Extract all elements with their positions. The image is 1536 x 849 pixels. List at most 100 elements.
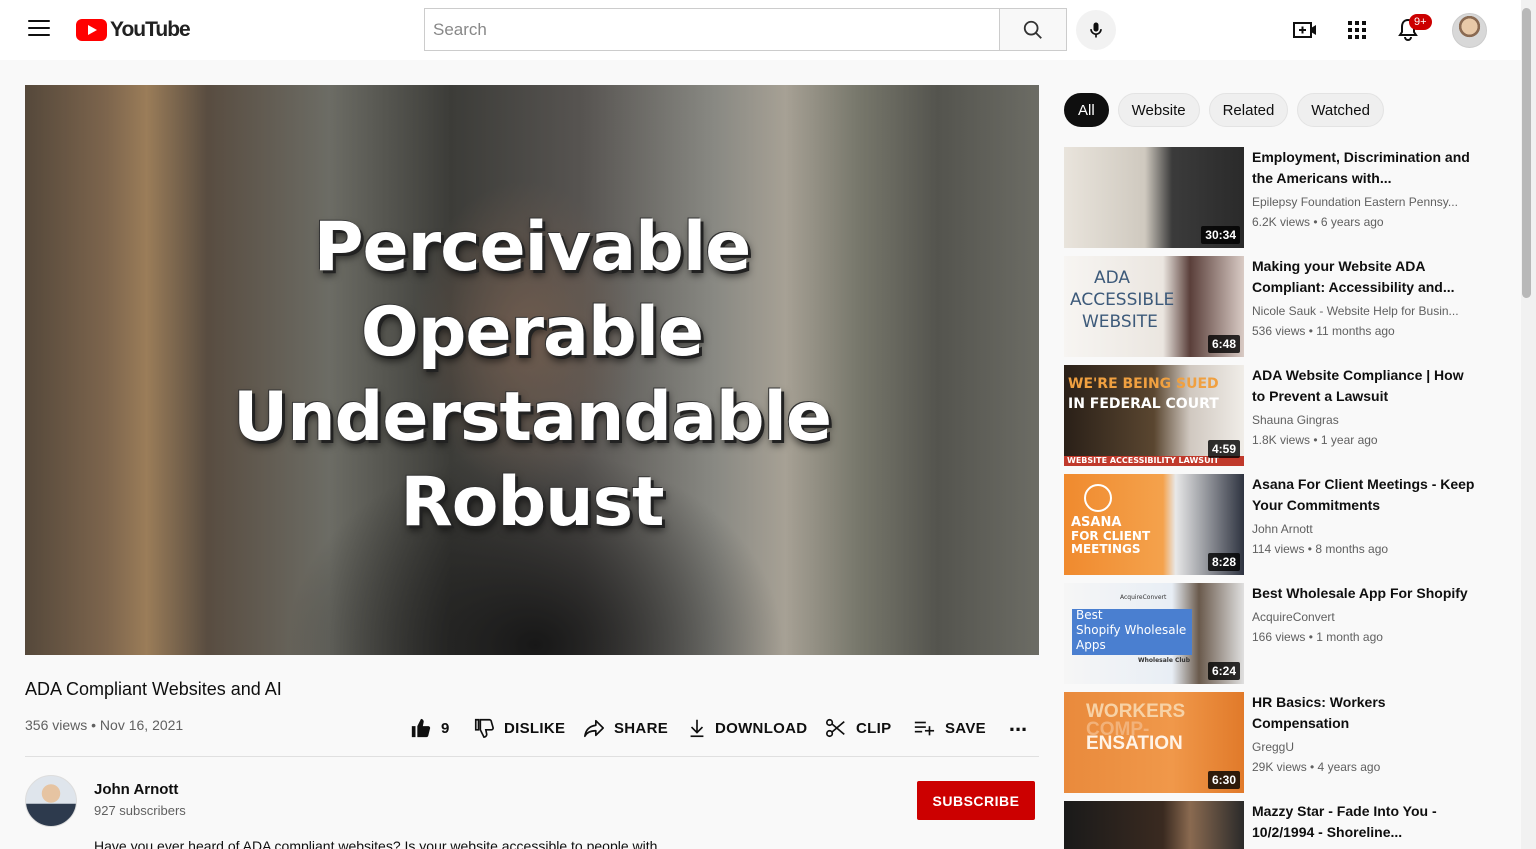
overlay-line: Understandable [233, 378, 832, 457]
download-label: DOWNLOAD [715, 719, 808, 737]
save-button[interactable]: SAVE [912, 712, 986, 744]
video-duration: 6:48 [1207, 335, 1240, 353]
related-video-title[interactable]: Best Wholesale App For Shopify [1252, 583, 1477, 604]
filter-chips: All Website Related Watched [1064, 93, 1393, 127]
related-video-stats: 6.2K views • 6 years ago [1252, 215, 1384, 229]
thumbnail-text: ENSATION [1086, 733, 1183, 754]
clip-button[interactable]: CLIP [825, 712, 891, 744]
video-thumbnail[interactable]: WE'RE BEING SUED IN FEDERAL COURT WEBSIT… [1064, 365, 1244, 466]
search-bar [424, 8, 1067, 51]
download-icon [690, 719, 704, 738]
more-actions-button[interactable]: ... [1004, 713, 1032, 742]
video-duration: 30:34 [1201, 226, 1240, 244]
video-thumbnail[interactable]: 30:34 [1064, 147, 1244, 248]
thumbnail-text: Apps [1076, 638, 1106, 652]
related-video-item[interactable]: WE'RE BEING SUED IN FEDERAL COURT WEBSIT… [1064, 365, 1484, 467]
thumbnail-text: ASANA [1071, 515, 1122, 530]
channel-name[interactable]: John Arnott [94, 781, 178, 798]
video-thumbnail[interactable]: WORKERS COMP- ENSATION 6:30 [1064, 692, 1244, 793]
chip-website[interactable]: Website [1117, 93, 1200, 127]
video-title: ADA Compliant Websites and AI [25, 679, 282, 699]
subscriber-count: 927 subscribers [94, 803, 186, 818]
search-button[interactable] [999, 8, 1067, 51]
thumbs-down-icon [474, 718, 494, 738]
video-duration: 8:28 [1207, 553, 1240, 571]
chip-all[interactable]: All [1064, 93, 1109, 127]
voice-search-button[interactable] [1076, 10, 1116, 50]
related-video-channel[interactable]: John Arnott [1252, 522, 1477, 536]
like-count: 9 [441, 719, 450, 737]
thumbnail-text: AcquireConvert [1120, 594, 1167, 601]
related-video-channel[interactable]: Shauna Gingras [1252, 413, 1477, 427]
save-label: SAVE [945, 719, 986, 737]
divider [25, 756, 1039, 757]
search-input[interactable] [424, 8, 999, 51]
related-video-stats: 29K views • 4 years ago [1252, 760, 1381, 774]
microphone-icon [1090, 22, 1102, 38]
video-duration: 6:24 [1207, 662, 1240, 680]
video-thumbnail[interactable]: ADA ACCESSIBLE WEBSITE 6:48 [1064, 256, 1244, 357]
related-video-channel[interactable]: Nicole Sauk - Website Help for Busin... [1252, 304, 1477, 318]
overlay-line: Robust [400, 463, 664, 542]
menu-icon[interactable] [28, 20, 50, 38]
thumbnail-text: ACCESSIBLE [1070, 290, 1175, 310]
apps-button[interactable] [1343, 16, 1371, 44]
asana-logo-icon [1084, 484, 1112, 512]
overlay-line: Perceivable [313, 208, 752, 287]
subscribe-button[interactable]: SUBSCRIBE [917, 781, 1035, 820]
video-description: Have you ever heard of ADA compliant web… [94, 838, 658, 849]
video-thumbnail[interactable] [1064, 801, 1244, 849]
video-player[interactable]: Perceivable Operable Understandable Robu… [25, 85, 1039, 655]
thumbnail-text: IN FEDERAL COURT [1068, 396, 1219, 412]
video-thumbnail[interactable]: ASANA FOR CLIENT MEETINGS 8:28 [1064, 474, 1244, 575]
related-video-item[interactable]: 30:34 Employment, Discrimination and the… [1064, 147, 1484, 249]
related-video-item[interactable]: ADA ACCESSIBLE WEBSITE 6:48 Making your … [1064, 256, 1484, 358]
account-avatar[interactable] [1452, 13, 1487, 48]
create-video-icon [1293, 22, 1316, 38]
related-video-item[interactable]: AcquireConvert Best Shopify Wholesale Ap… [1064, 583, 1484, 685]
like-button[interactable]: 9 [410, 712, 450, 744]
related-video-title[interactable]: Asana For Client Meetings - Keep Your Co… [1252, 474, 1477, 516]
related-video-item[interactable]: Mazzy Star - Fade Into You - 10/2/1994 -… [1064, 801, 1484, 849]
related-video-title[interactable]: ADA Website Compliance | How to Prevent … [1252, 365, 1477, 407]
scissors-icon [826, 718, 845, 738]
create-video-button[interactable] [1291, 16, 1319, 44]
notification-badge: 9+ [1409, 14, 1432, 30]
chip-watched[interactable]: Watched [1297, 93, 1384, 127]
chip-related[interactable]: Related [1208, 93, 1289, 127]
thumbnail-text: WE'RE BEING SUED [1068, 376, 1219, 392]
video-overlay-text: Perceivable Operable Understandable Robu… [25, 205, 1039, 545]
thumbs-up-icon [411, 718, 431, 738]
scrollbar-thumb[interactable] [1522, 8, 1531, 298]
share-button[interactable]: SHARE [583, 712, 668, 744]
related-video-stats: 114 views • 8 months ago [1252, 542, 1389, 556]
clip-label: CLIP [856, 719, 892, 737]
related-video-channel[interactable]: GreggU [1252, 740, 1477, 754]
download-button[interactable]: DOWNLOAD [688, 712, 807, 744]
share-label: SHARE [614, 719, 669, 737]
overlay-line: Operable [360, 293, 704, 372]
related-video-title[interactable]: Making your Website ADA Compliant: Acces… [1252, 256, 1477, 298]
video-thumbnail[interactable]: AcquireConvert Best Shopify Wholesale Ap… [1064, 583, 1244, 684]
related-video-title[interactable]: Mazzy Star - Fade Into You - 10/2/1994 -… [1252, 801, 1477, 843]
dislike-button[interactable]: DISLIKE [473, 712, 565, 744]
thumbnail-text: FOR CLIENT [1071, 529, 1151, 543]
related-video-title[interactable]: Employment, Discrimination and the Ameri… [1252, 147, 1477, 189]
video-meta: 356 views • Nov 16, 2021 [25, 717, 184, 733]
related-video-title[interactable]: HR Basics: Workers Compensation [1252, 692, 1477, 734]
dislike-label: DISLIKE [504, 719, 566, 737]
add-to-playlist-icon [914, 721, 935, 736]
top-bar: YouTube 9+ [0, 0, 1536, 60]
related-video-channel[interactable]: Epilepsy Foundation Eastern Pennsy... [1252, 195, 1477, 209]
thumbnail-text: Shopify Wholesale [1076, 623, 1187, 637]
video-duration: 4:59 [1207, 440, 1240, 458]
related-video-item[interactable]: ASANA FOR CLIENT MEETINGS 8:28 Asana For… [1064, 474, 1484, 576]
youtube-logo[interactable]: YouTube [76, 18, 191, 42]
related-video-item[interactable]: WORKERS COMP- ENSATION 6:30 HR Basics: W… [1064, 692, 1484, 794]
share-icon [584, 719, 604, 738]
apps-grid-icon [1348, 21, 1366, 39]
related-video-stats: 536 views • 11 months ago [1252, 324, 1395, 338]
related-video-channel[interactable]: AcquireConvert [1252, 610, 1477, 624]
related-video-stats: 166 views • 1 month ago [1252, 630, 1383, 644]
channel-avatar[interactable] [25, 775, 77, 827]
